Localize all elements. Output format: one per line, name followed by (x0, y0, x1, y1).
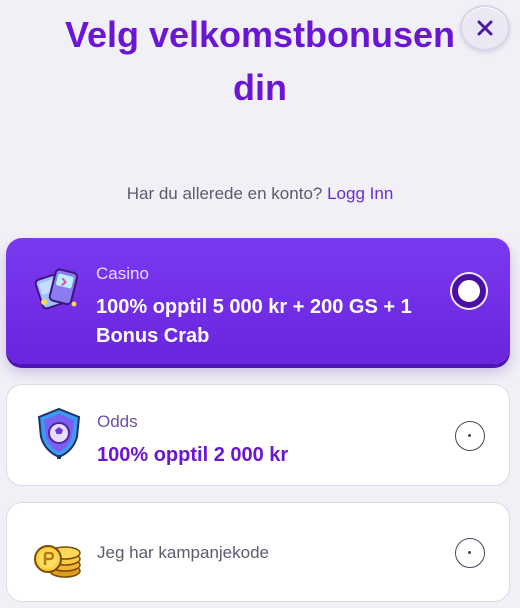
welcome-bonus-modal: Velg velkomstbonusen din Har du allerede… (0, 0, 520, 608)
radio-unselected[interactable] (455, 538, 485, 568)
coins-icon (34, 545, 81, 578)
login-link[interactable]: Logg Inn (327, 184, 393, 203)
option-label: Jeg har kampanjekode (97, 543, 270, 562)
bonus-option-casino[interactable]: Casino 100% opptil 5 000 kr + 200 GS + 1… (6, 238, 510, 364)
bonus-option-odds[interactable]: Odds 100% opptil 2 000 kr (6, 384, 510, 486)
option-value: 100% opptil 2 000 kr (97, 444, 289, 466)
close-icon (477, 20, 493, 36)
casino-tickets-icon (34, 268, 79, 310)
login-prompt-text: Har du allerede en konto? (126, 184, 323, 203)
modal-title: Velg velkomstbonusen din (64, 14, 456, 108)
bonus-option-promo-code[interactable]: Jeg har kampanjekode (6, 502, 510, 602)
login-prompt-line: Har du allerede en konto? Logg Inn (0, 184, 520, 204)
radio-unselected[interactable] (455, 421, 485, 451)
shield-ball-icon (37, 407, 81, 459)
close-button[interactable] (460, 5, 510, 51)
option-label: Odds (97, 412, 138, 431)
radio-selected[interactable] (452, 274, 486, 308)
option-label: Casino (96, 264, 149, 283)
option-value: 100% opptil 5 000 kr + 200 GS + 1 Bonus … (96, 296, 412, 347)
